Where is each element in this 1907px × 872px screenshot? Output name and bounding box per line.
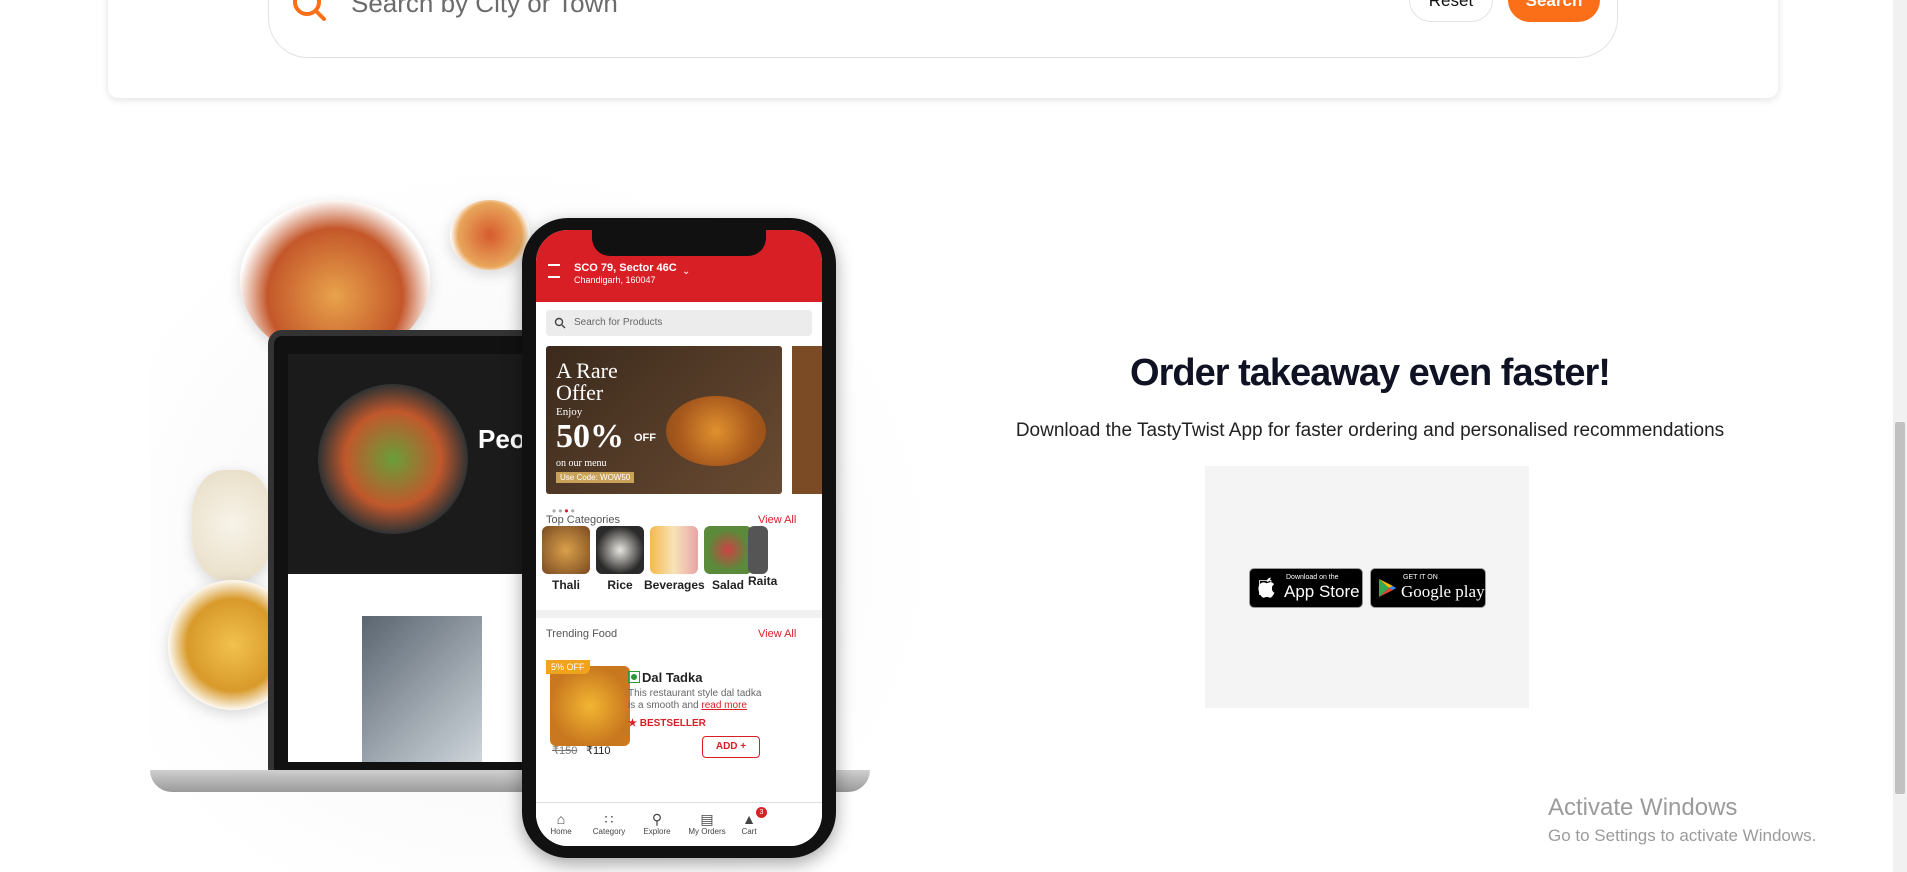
section-divider: [536, 610, 822, 618]
thali-image: [542, 526, 590, 574]
category-label: Rice: [607, 578, 633, 592]
search-bar: Reset Search: [268, 0, 1618, 58]
address-line2: Chandigarh, 160047: [574, 275, 656, 285]
activate-windows-title: Activate Windows: [1548, 794, 1738, 821]
tab-home: Home: [550, 827, 572, 836]
biryani-bowl-image: [666, 396, 766, 466]
raita-image: [748, 526, 768, 574]
category-label: Raita: [748, 574, 778, 588]
banner-title: A Rare Offer: [556, 360, 618, 404]
phone-search-bar: Search for Products: [546, 310, 812, 336]
menu-icon: [548, 264, 560, 278]
old-price: ₹150: [552, 745, 578, 757]
phone-header: SCO 79, Sector 46C Chandigarh, 160047 ⌄: [536, 230, 822, 302]
scrollbar-thumb[interactable]: [1895, 422, 1905, 794]
add-to-cart-button: ADD +: [702, 736, 760, 758]
tab-cart: Cart: [741, 827, 757, 836]
banner-off: OFF: [634, 432, 656, 444]
app-store-badge[interactable]:  Download on the App Store: [1249, 568, 1363, 608]
city-search-input[interactable]: [349, 0, 1353, 24]
laptop-headline: Peo: [478, 424, 526, 454]
hotdog-plate: [450, 200, 530, 270]
dish-description: This restaurant style dal tadka is a smo…: [628, 688, 768, 712]
search-icon: [554, 317, 566, 329]
cart-count-badge: 3: [756, 807, 767, 818]
new-price: ₹110: [586, 745, 611, 757]
chef-image: [362, 616, 482, 762]
banner-enjoy: Enjoy: [556, 406, 583, 418]
banner-on-menu: on our menu: [556, 458, 607, 469]
explore-icon: ⚲: [651, 811, 663, 827]
veg-icon: [628, 671, 640, 683]
apple-logo-icon: [1258, 577, 1275, 598]
next-banner: [792, 346, 822, 494]
dish-name: Dal Tadka: [642, 670, 703, 685]
activate-windows-subtitle: Go to Settings to activate Windows.: [1548, 826, 1817, 845]
category-raita: Raita: [748, 526, 788, 588]
category-beverages: Beverages: [644, 526, 705, 592]
address-line1: SCO 79, Sector 46C: [574, 262, 677, 274]
offer-tag: 5% OFF: [546, 660, 590, 674]
category-label: Salad: [711, 578, 744, 592]
search-button[interactable]: Search: [1508, 0, 1600, 22]
search-icon: [293, 0, 326, 21]
promo-subtitle: Download the TastyTwist App for faster o…: [1015, 420, 1725, 441]
view-all-trending-link: View All: [758, 628, 797, 640]
phone-tab-bar: ⌂ Home ∷ Category ⚲ Explore ▤ My Orders …: [536, 802, 822, 846]
app-store-big-text: App Store: [1284, 582, 1360, 601]
salad-image: [704, 526, 752, 574]
home-icon: ⌂: [556, 811, 566, 827]
category-thali: Thali: [536, 526, 596, 592]
top-categories-label: Top Categories: [546, 514, 620, 526]
bestseller-label: BESTSELLER: [639, 718, 706, 729]
reset-button[interactable]: Reset: [1409, 0, 1493, 22]
banner-code: Use Code: WOW50: [556, 472, 635, 483]
banner-percent: 50%: [556, 418, 624, 455]
google-play-big-text: Google play: [1401, 582, 1485, 601]
tab-explore: Explore: [643, 827, 671, 836]
bestseller-badge: ★ BESTSELLER: [628, 718, 706, 729]
category-label: Beverages: [644, 578, 705, 592]
category-rice: Rice: [590, 526, 650, 592]
banner-title-line2: Offer: [556, 380, 604, 405]
chevron-down-icon: ⌄: [682, 266, 691, 277]
app-download-box:  Download on the App Store GET IT ON Go…: [1205, 466, 1529, 708]
star-icon: ★: [628, 718, 637, 729]
read-more-link: read more: [701, 700, 747, 711]
dal-tadka-image: [550, 666, 630, 746]
phone-mockup: SCO 79, Sector 46C Chandigarh, 160047 ⌄ …: [522, 218, 836, 858]
drink-glass: [192, 470, 272, 580]
search-card: Reset Search: [108, 0, 1778, 98]
offer-banner: A Rare Offer Enjoy 50% OFF on our menu U…: [546, 346, 782, 494]
promo-title: Order takeaway even faster!: [1130, 352, 1611, 394]
category-label: Thali: [551, 578, 580, 592]
app-promo-image: Peo SCO 79, Sector 46C Chandigarh, 16004…: [150, 160, 940, 872]
google-play-badge[interactable]: GET IT ON Google play: [1370, 568, 1486, 608]
app-store-small-text: Download on the: [1286, 574, 1339, 581]
vertical-scrollbar[interactable]: [1893, 0, 1907, 872]
food-bowl-image: [318, 384, 468, 534]
rice-image: [596, 526, 644, 574]
trending-food-label: Trending Food: [546, 628, 618, 640]
phone-search-placeholder: Search for Products: [574, 317, 663, 328]
phone-screen: SCO 79, Sector 46C Chandigarh, 160047 ⌄ …: [536, 230, 822, 846]
tab-category: Category: [592, 827, 626, 836]
beverages-image: [650, 526, 698, 574]
view-all-categories-link: View All: [758, 514, 797, 526]
phone-notch: [592, 230, 766, 256]
google-play-small-text: GET IT ON: [1403, 574, 1438, 581]
google-play-icon: [1379, 579, 1396, 597]
category-icon: ∷: [604, 811, 614, 827]
